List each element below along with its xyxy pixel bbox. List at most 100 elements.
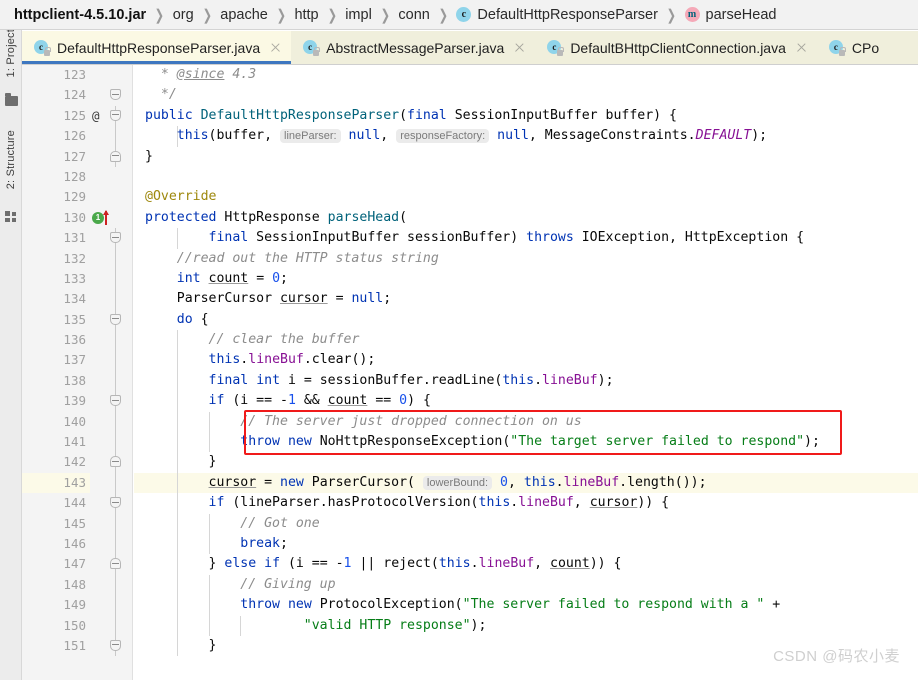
code-line[interactable]: final SessionInputBuffer sessionBuffer) … — [134, 228, 918, 249]
breadcrumb-item[interactable]: httpclient-4.5.10.jar — [14, 7, 146, 23]
code-line[interactable]: cursor = new ParserCursor( lowerBound: 0… — [134, 472, 918, 494]
breadcrumb-item[interactable]: http — [294, 7, 318, 23]
idea-window: httpclient-4.5.10.jar ❯ org ❯ apache ❯ http ❯ im… — [0, 0, 918, 680]
gutter-row[interactable]: 127 — [22, 146, 132, 167]
gutter-row[interactable]: 134 — [22, 289, 132, 310]
gutter-row[interactable]: 142 — [22, 452, 132, 473]
fold-toggle-icon[interactable] — [110, 497, 121, 509]
gutter-row[interactable]: 131 — [22, 228, 132, 249]
code-line[interactable]: @Override — [134, 187, 918, 207]
code-line[interactable]: final int i = sessionBuffer.readLine(thi… — [134, 370, 918, 392]
fold-toggle-icon[interactable] — [110, 456, 121, 468]
breadcrumb-item[interactable]: impl — [345, 7, 372, 23]
gutter-row[interactable]: 137 — [22, 350, 132, 371]
code-line[interactable]: if (lineParser.hasProtocolVersion(this.l… — [134, 493, 918, 514]
gutter-row[interactable]: 151 — [22, 635, 132, 657]
gutter-row[interactable]: 138 — [22, 370, 132, 392]
code-line[interactable]: protected HttpResponse parseHead( — [134, 208, 918, 228]
structure-icon[interactable] — [0, 205, 21, 227]
fold-toggle-icon[interactable] — [110, 639, 121, 651]
code-line[interactable]: // clear the buffer — [134, 330, 918, 351]
gutter-row[interactable]: 145 — [22, 513, 132, 534]
breadcrumb-item[interactable]: apache — [220, 7, 268, 23]
gutter-row[interactable]: 150 — [22, 615, 132, 636]
code-line[interactable] — [134, 167, 918, 187]
line-number: 148 — [63, 576, 86, 592]
code-text: final SessionInputBuffer sessionBuffer) … — [208, 230, 805, 246]
override-method-icon[interactable]: 1 — [92, 209, 118, 225]
editor-tab[interactable]: c DefaultBHttpClientConnection.java — [535, 31, 817, 64]
close-icon[interactable] — [513, 41, 526, 54]
gutter-row[interactable]: 128 — [22, 167, 132, 187]
code-text: throw new ProtocolException("The server … — [240, 597, 781, 613]
code-content[interactable]: * @since 4.3 */ public DefaultHttpRespons… — [134, 65, 918, 680]
code-editor[interactable]: 123 124 125 @126 127 128 129 130 1 131 132 133 134 13… — [22, 65, 918, 680]
gutter-row[interactable]: 140 — [22, 411, 132, 433]
gutter-row[interactable]: 132 — [22, 248, 132, 269]
fold-toggle-icon[interactable] — [110, 150, 121, 162]
sidebar-item-structure[interactable]: 2: Structure — [0, 120, 21, 200]
fold-toggle-icon[interactable] — [110, 313, 121, 325]
breadcrumb-item[interactable]: org — [173, 7, 194, 23]
sidebar-item-project[interactable]: 1: Project — [0, 30, 21, 84]
gutter-row[interactable]: 126 — [22, 126, 132, 147]
gutter-row[interactable]: 148 — [22, 574, 132, 596]
editor-tab[interactable]: c AbstractMessageParser.java — [291, 31, 536, 64]
code-line[interactable]: //read out the HTTP status string — [134, 249, 918, 269]
code-line[interactable]: // Giving up — [134, 574, 918, 596]
code-line[interactable]: throw new NoHttpResponseException("The t… — [134, 432, 918, 453]
breadcrumb-item[interactable]: c DefaultHttpResponseParser — [456, 7, 658, 23]
code-line[interactable]: ParserCursor cursor = null; — [134, 289, 918, 309]
code-line[interactable]: * @since 4.3 — [134, 65, 918, 85]
breadcrumb-item[interactable]: m parseHead — [684, 7, 776, 23]
editor-tab[interactable]: c DefaultHttpResponseParser.java — [22, 31, 292, 64]
gutter-row[interactable]: 144 — [22, 493, 132, 514]
code-line[interactable]: if (i == -1 && count == 0) { — [134, 391, 918, 412]
fold-toggle-icon[interactable] — [110, 232, 121, 244]
line-number: 141 — [63, 434, 86, 450]
code-line[interactable]: do { — [134, 310, 918, 330]
editor-gutter[interactable]: 123 124 125 @126 127 128 129 130 1 131 132 133 134 13… — [22, 65, 133, 680]
code-line[interactable]: int count = 0; — [134, 269, 918, 289]
gutter-row[interactable]: 130 1 — [22, 208, 132, 228]
method-icon: m — [684, 7, 700, 22]
code-line[interactable]: // Got one — [134, 513, 918, 534]
gutter-row[interactable]: 149 — [22, 595, 132, 616]
gutter-row[interactable]: 146 — [22, 533, 132, 555]
fold-toggle-icon[interactable] — [110, 89, 121, 101]
gutter-row[interactable]: 125 @ — [22, 105, 132, 127]
gutter-row[interactable]: 147 — [22, 554, 132, 575]
annotation-gutter-marker[interactable]: @ — [92, 106, 100, 126]
gutter-row[interactable]: 123 — [22, 65, 132, 85]
code-line[interactable]: } — [134, 147, 918, 167]
gutter-row[interactable]: 143 — [22, 472, 132, 494]
code-line[interactable]: throw new ProtocolException("The server … — [134, 595, 918, 616]
code-line[interactable]: break; — [134, 533, 918, 555]
code-line[interactable]: */ — [134, 85, 918, 105]
editor-tab[interactable]: c CPo — [816, 31, 889, 64]
code-line[interactable]: } else if (i == -1 || reject(this.lineBu… — [134, 554, 918, 575]
line-number: 144 — [63, 495, 86, 511]
fold-toggle-icon[interactable] — [110, 109, 121, 121]
fold-toggle-icon[interactable] — [110, 558, 121, 570]
folder-icon[interactable] — [0, 90, 21, 112]
fold-toggle-icon[interactable] — [110, 395, 121, 407]
breadcrumb-label: org — [172, 6, 194, 23]
code-line[interactable]: } — [134, 452, 918, 473]
gutter-row[interactable]: 124 — [22, 85, 132, 105]
close-icon[interactable] — [795, 41, 808, 54]
gutter-row[interactable]: 129 — [22, 187, 132, 207]
gutter-row[interactable]: 136 — [22, 330, 132, 351]
code-line[interactable]: this.lineBuf.clear(); — [134, 350, 918, 371]
code-text: do { — [176, 311, 209, 327]
gutter-row[interactable]: 135 — [22, 309, 132, 331]
code-line[interactable]: // The server just dropped connection on… — [134, 411, 918, 433]
gutter-row[interactable]: 141 — [22, 432, 132, 453]
code-line[interactable]: "valid HTTP response"); — [134, 615, 918, 636]
breadcrumb-item[interactable]: conn — [398, 7, 429, 23]
close-icon[interactable] — [269, 41, 282, 54]
gutter-row[interactable]: 133 — [22, 268, 132, 290]
code-line[interactable]: public DefaultHttpResponseParser(final S… — [134, 106, 918, 126]
code-line[interactable]: this(buffer, lineParser: null, responseF… — [134, 126, 918, 147]
gutter-row[interactable]: 139 — [22, 391, 132, 412]
